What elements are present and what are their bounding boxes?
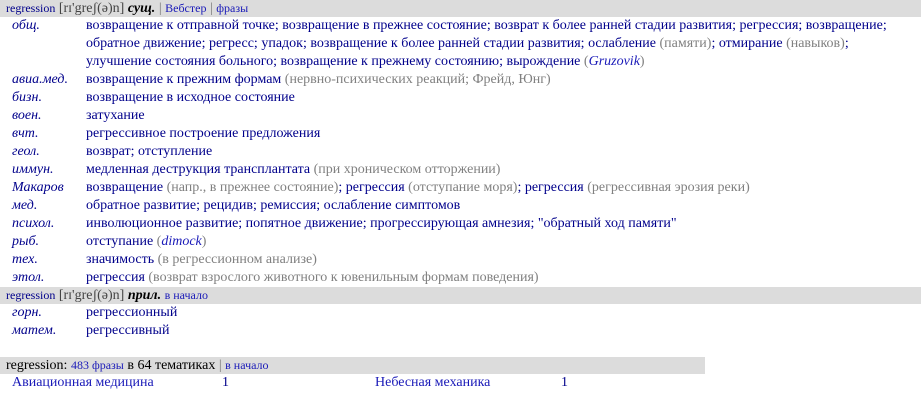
- topic-count: 1: [222, 375, 229, 390]
- topic-count: 1: [561, 375, 568, 390]
- topic-link[interactable]: Небесная механика: [375, 375, 490, 390]
- webster-link[interactable]: Вебстер: [165, 1, 206, 15]
- translation-text: возвращение к отправной точке; возвращен…: [86, 17, 921, 71]
- comment-text: (возврат взрослого животного к ювенильны…: [148, 270, 539, 285]
- topic-link[interactable]: Авиационная медицина: [12, 375, 154, 390]
- author-link[interactable]: dimock: [161, 234, 201, 249]
- translation-list: общ. возвращение к отправной точке; возвр…: [0, 17, 921, 287]
- author-link[interactable]: Gruzovik: [589, 54, 640, 69]
- translation-fragment: регрессивное построение предложения: [86, 126, 321, 141]
- translation-text: регрессивное построение предложения: [86, 125, 921, 143]
- comment-text: (памяти): [659, 36, 712, 51]
- translation-row: матем. регрессивный: [0, 322, 921, 340]
- comment-text: (в регрессионном анализе): [157, 252, 317, 267]
- translation-fragment: ; регрессия: [338, 180, 409, 195]
- translation-fragment: обратное развитие; рецидив; ремиссия; ос…: [86, 198, 461, 213]
- to-top-link[interactable]: в начало: [225, 358, 268, 372]
- translation-row: вчт. регрессивное построение предложения: [0, 125, 921, 143]
- translation-fragment: возвращение в исходное состояние: [86, 90, 295, 105]
- entry-header: regression [rɪ'greʃ(ə)n] прил. в начало: [0, 287, 921, 304]
- to-top-link[interactable]: в начало: [165, 288, 208, 302]
- translation-text: медленная деструкция трансплантата (при …: [86, 161, 921, 179]
- translation-text: возвращение к прежним формам (нервно-пси…: [86, 71, 921, 89]
- translation-list: горн. регрессионный матем. регрессивный: [0, 304, 921, 340]
- subject-link[interactable]: психол.: [0, 215, 86, 233]
- translation-row: психол. инволюционное развитие; попятное …: [0, 215, 921, 233]
- translation-row: рыб. отступание (dimock): [0, 233, 921, 251]
- comment-text: (нервно-психических реакций; Фрейд, Юнг): [284, 72, 551, 87]
- subject-link[interactable]: рыб.: [0, 233, 86, 251]
- phrases-header: regression: 483 фразы в 64 тематиках | в…: [0, 357, 705, 374]
- translation-row: бизн. возвращение в исходное состояние: [0, 89, 921, 107]
- subject-link[interactable]: этол.: [0, 269, 86, 287]
- subject-link[interactable]: тех.: [0, 251, 86, 269]
- translation-fragment: регрессивный: [86, 323, 170, 338]
- translation-row: воен. затухание: [0, 107, 921, 125]
- subject-link[interactable]: бизн.: [0, 89, 86, 107]
- phrases-count-link[interactable]: 483 фразы: [71, 358, 124, 372]
- headword-link[interactable]: regression: [6, 288, 55, 302]
- translation-row: общ. возвращение к отправной точке; возвр…: [0, 17, 921, 71]
- translation-fragment: медленная деструкция трансплантата: [86, 162, 314, 177]
- phrases-link[interactable]: фразы: [216, 1, 248, 15]
- translation-fragment: отступание: [86, 234, 157, 249]
- table-row: Авиационная медицина 1 Небесная механика…: [0, 374, 568, 392]
- translation-text: инволюционное развитие; попятное движени…: [86, 215, 921, 233]
- part-of-speech: сущ.: [127, 1, 156, 16]
- translation-text: значимость (в регрессионном анализе): [86, 251, 921, 269]
- translation-text: регрессионный: [86, 304, 921, 322]
- translation-row: этол. регрессия (возврат взрослого животн…: [0, 269, 921, 287]
- comment-text: (навыков): [786, 36, 845, 51]
- transcription: [rɪ'greʃ(ə)n]: [58, 1, 125, 16]
- translation-fragment: ; отмирание: [711, 36, 787, 51]
- translation-fragment: возвращение: [86, 180, 167, 195]
- translation-row: геол. возврат; отступление: [0, 143, 921, 161]
- comment-text: (отступание моря): [408, 180, 518, 195]
- part-of-speech: прил.: [127, 288, 162, 303]
- subject-link[interactable]: геол.: [0, 143, 86, 161]
- transcription: [rɪ'greʃ(ə)n]: [58, 288, 125, 303]
- subject-link[interactable]: воен.: [0, 107, 86, 125]
- subject-link[interactable]: авиа.мед.: [0, 71, 86, 89]
- translation-text: возврат; отступление: [86, 143, 921, 161]
- comment-text: (напр., в прежнее состояние): [166, 180, 339, 195]
- subject-link[interactable]: горн.: [0, 304, 86, 322]
- topics-table: Авиационная медицина 1 Небесная механика…: [0, 374, 568, 392]
- translation-row: Макаров возвращение (напр., в прежнее сос…: [0, 179, 921, 197]
- translation-row: иммун. медленная деструкция трансплантата…: [0, 161, 921, 179]
- translation-fragment: значимость: [86, 252, 158, 267]
- comment-text: (при хроническом отторжении): [313, 162, 501, 177]
- translation-row: тех. значимость (в регрессионном анализе): [0, 251, 921, 269]
- translation-text: возвращение в исходное состояние: [86, 89, 921, 107]
- comment-text: ): [639, 54, 645, 69]
- translation-fragment: затухание: [86, 108, 145, 123]
- headword-link[interactable]: regression: [6, 1, 55, 15]
- translation-fragment: регрессия: [86, 270, 149, 285]
- translation-row: авиа.мед. возвращение к прежним формам (н…: [0, 71, 921, 89]
- translation-text: регрессия (возврат взрослого животного к…: [86, 269, 921, 287]
- entry-header: regression [rɪ'greʃ(ə)n] сущ. | Вебстер …: [0, 0, 921, 17]
- translation-fragment: возвращение к прежним формам: [86, 72, 285, 87]
- comment-text: ): [201, 234, 207, 249]
- subject-link[interactable]: Макаров: [0, 179, 86, 197]
- translation-row: мед. обратное развитие; рецидив; ремиссия…: [0, 197, 921, 215]
- subject-link[interactable]: матем.: [0, 322, 86, 340]
- translation-text: отступание (dimock): [86, 233, 921, 251]
- subject-link[interactable]: общ.: [0, 17, 86, 71]
- comment-text: (регрессивная эрозия реки): [587, 180, 750, 195]
- translation-fragment: инволюционное развитие; попятное движени…: [86, 216, 677, 231]
- subject-link[interactable]: вчт.: [0, 125, 86, 143]
- translation-text: регрессивный: [86, 322, 921, 340]
- translation-fragment: ; регрессия: [517, 180, 588, 195]
- subject-link[interactable]: иммун.: [0, 161, 86, 179]
- translation-row: горн. регрессионный: [0, 304, 921, 322]
- translation-fragment: регрессионный: [86, 305, 178, 320]
- translation-text: обратное развитие; рецидив; ремиссия; ос…: [86, 197, 921, 215]
- phrases-topics-text: в 64 тематиках: [127, 358, 216, 373]
- phrases-word: regression:: [6, 358, 68, 373]
- translation-text: возвращение (напр., в прежнее состояние)…: [86, 179, 921, 197]
- translation-fragment: возврат; отступление: [86, 144, 213, 159]
- translation-text: затухание: [86, 107, 921, 125]
- subject-link[interactable]: мед.: [0, 197, 86, 215]
